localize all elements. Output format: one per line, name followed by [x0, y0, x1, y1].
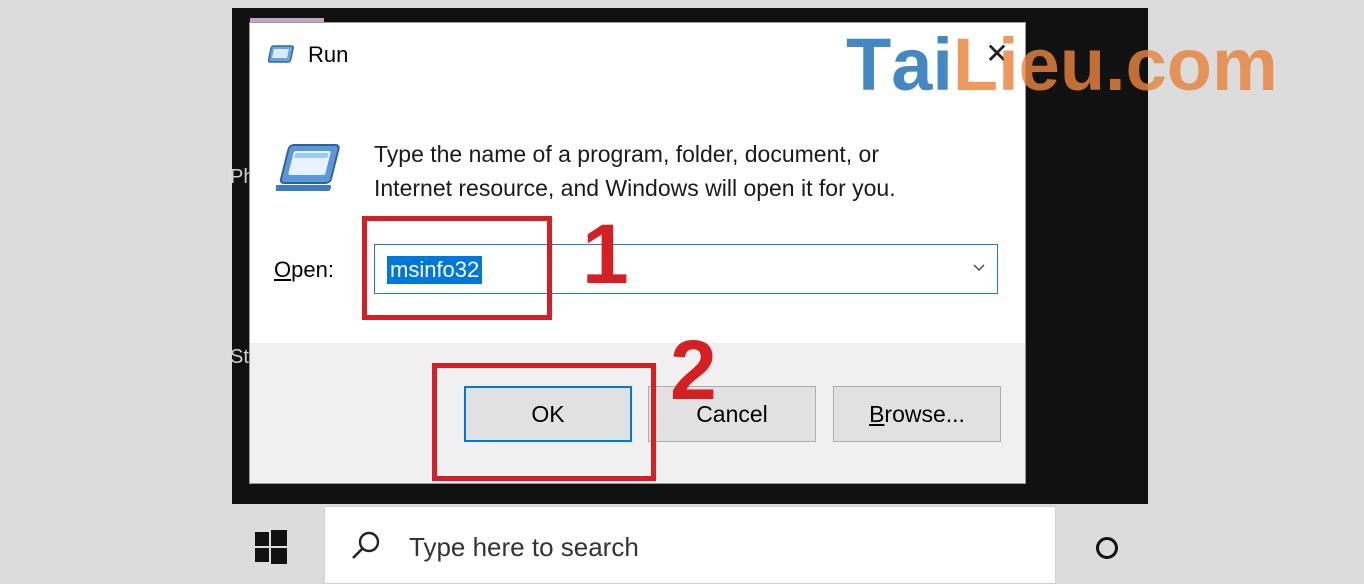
description-line-2: Internet resource, and Windows will open… [374, 175, 896, 201]
browse-text: rowse... [884, 400, 965, 427]
windows-logo-icon[interactable] [253, 529, 289, 570]
browse-button[interactable]: Browse... [833, 386, 1001, 442]
cortana-circle-icon[interactable] [1096, 537, 1118, 559]
watermark-t: T [846, 22, 892, 106]
open-label: Open: [274, 257, 334, 283]
tailieu-watermark-logo: Tai Lieu .com [846, 22, 1278, 106]
browse-hotkey: B [869, 400, 885, 427]
description-line-1: Type the name of a program, folder, docu… [374, 141, 880, 167]
annotation-box-step-1 [362, 216, 552, 320]
run-icon [267, 44, 296, 71]
search-placeholder: Type here to search [409, 532, 639, 562]
taskbar-search-box[interactable]: Type here to search [324, 506, 1056, 584]
run-large-icon [274, 143, 342, 198]
watermark-lieu: Lieu [952, 22, 1106, 106]
search-icon [351, 530, 381, 565]
annotation-box-step-2 [432, 363, 656, 481]
dialog-title: Run [308, 42, 349, 67]
watermark-com: .com [1105, 22, 1278, 106]
chevron-down-icon[interactable] [971, 259, 987, 280]
background-text-bottom: St [230, 346, 249, 368]
dialog-description: Type the name of a program, folder, docu… [374, 137, 994, 205]
annotation-step-1: 1 [582, 207, 629, 301]
open-label-text: pen: [291, 257, 334, 282]
annotation-step-2: 2 [670, 323, 717, 417]
watermark-ai: ai [891, 22, 953, 106]
open-label-hotkey: O [274, 257, 292, 282]
